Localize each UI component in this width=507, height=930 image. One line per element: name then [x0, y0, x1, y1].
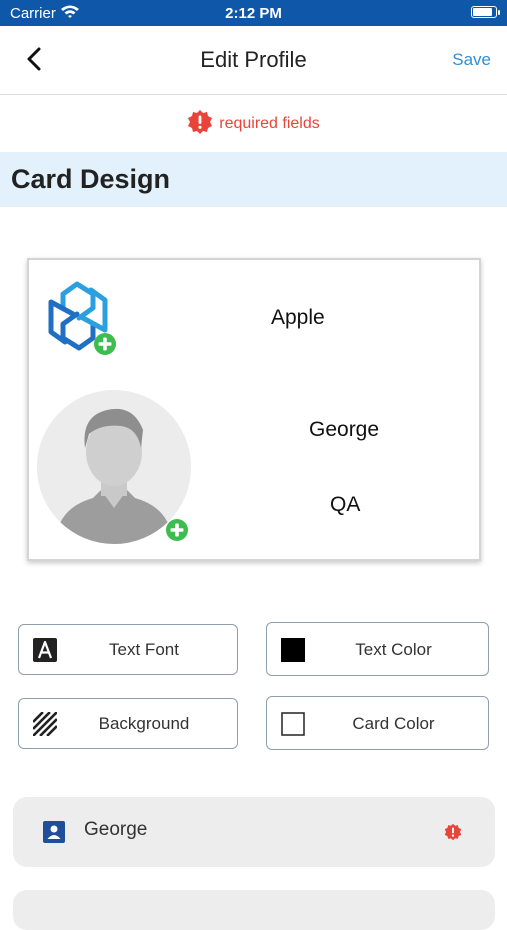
card-color-button[interactable]: Card Color: [266, 696, 489, 750]
black-square-icon: [281, 638, 305, 662]
battery-icon: [471, 6, 500, 18]
card-person-name: George: [309, 418, 380, 441]
card-person-role: QA: [330, 493, 361, 516]
add-photo-icon[interactable]: [165, 518, 189, 547]
name-field-value: George: [84, 819, 148, 840]
next-field[interactable]: [13, 890, 495, 930]
required-alert-icon: [187, 109, 213, 140]
save-button[interactable]: Save: [452, 50, 491, 70]
card-preview: Apple George QA: [27, 258, 481, 561]
text-color-button[interactable]: Text Color: [266, 622, 489, 676]
text-font-button[interactable]: Text Font: [18, 624, 238, 675]
nav-bar: Edit Profile Save: [0, 26, 507, 95]
background-label: Background: [98, 714, 190, 733]
background-button[interactable]: Background: [18, 698, 238, 749]
required-fields-label: required fields: [219, 115, 320, 132]
letter-a-icon: [33, 638, 57, 662]
required-fields-notice: required fields: [0, 109, 507, 140]
add-logo-icon[interactable]: [93, 332, 117, 361]
status-bar: Carrier 2:12 PM: [0, 0, 507, 26]
card-company-name: Apple: [271, 306, 325, 329]
name-field[interactable]: George: [13, 797, 495, 867]
required-alert-icon: [444, 823, 462, 846]
card-design-header: Card Design: [0, 152, 507, 207]
contact-card-icon: [43, 821, 65, 848]
empty-square-icon: [281, 712, 305, 736]
card-color-label: Card Color: [352, 714, 435, 733]
status-time: 2:12 PM: [225, 5, 282, 22]
section-title: Card Design: [11, 164, 171, 194]
hatch-pattern-icon: [32, 711, 58, 737]
text-font-label: Text Font: [109, 640, 179, 659]
text-color-label: Text Color: [355, 640, 432, 659]
page-title: Edit Profile: [200, 47, 307, 72]
